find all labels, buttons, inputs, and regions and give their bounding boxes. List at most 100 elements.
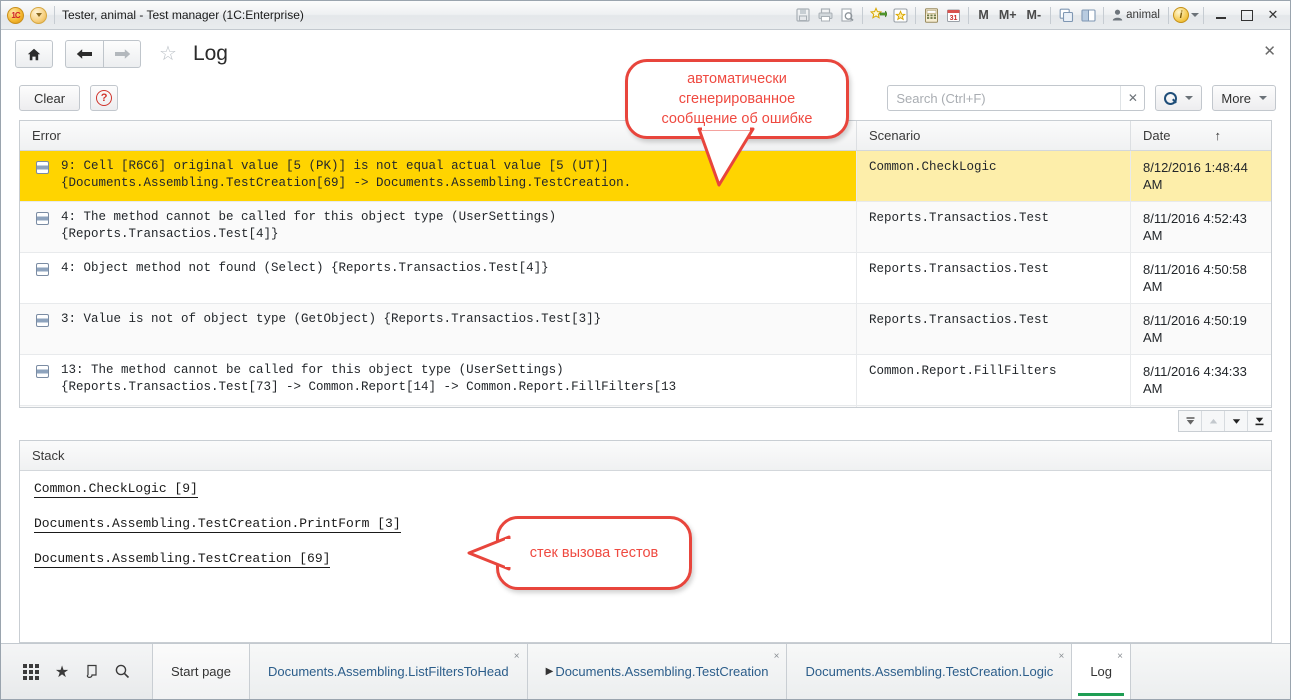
cell-scenario: Common.CheckLogic (856, 151, 1130, 201)
clear-search-icon[interactable]: ✕ (1120, 86, 1144, 110)
cell-date: 8/11/2016 4:52:43 AM (1130, 202, 1271, 252)
cell-date: 8/11/2016 4:34:33 AM (1130, 355, 1271, 405)
help-button[interactable]: ? (90, 85, 119, 111)
history-icon[interactable] (85, 664, 99, 679)
favorites-list-icon[interactable] (889, 5, 911, 25)
home-button[interactable] (15, 40, 53, 68)
table-row[interactable]: 3: Value is not of object type (GetObjec… (20, 304, 1271, 355)
play-icon: ▶ (545, 666, 554, 677)
search-icon (1164, 91, 1178, 105)
info-icon[interactable]: i (1173, 7, 1189, 23)
taskbar-filler (1131, 644, 1290, 699)
forward-button[interactable] (103, 40, 141, 68)
taskbar-tab[interactable]: Log × (1072, 644, 1132, 699)
chevron-down-icon (1259, 96, 1267, 100)
cell-error-text: 4: The method cannot be called for this … (61, 210, 557, 241)
divider (862, 6, 864, 24)
column-header-date[interactable]: Date ↑ (1130, 121, 1271, 150)
windows-cascade-icon[interactable] (1055, 5, 1077, 25)
window-title: Tester, animal - Test manager (1C:Enterp… (62, 8, 304, 22)
taskbar-tab[interactable]: ▶ Documents.Assembling.TestCreation × (527, 644, 788, 699)
cell-scenario: Catalogs.Warehouses.Create (856, 406, 1130, 407)
record-navigation-strip (19, 408, 1272, 432)
cell-date: 8/9/2016 2:36:12 AM (1130, 406, 1271, 407)
go-previous-button[interactable] (1202, 411, 1225, 431)
callout-stack-text: стек вызова тестов (529, 545, 659, 561)
callout-error-tail (697, 127, 755, 187)
callout-error-text: автоматически сгенерированное сообщение об… (661, 71, 813, 127)
clear-button[interactable]: Clear (19, 85, 81, 111)
search-options-button[interactable] (1155, 85, 1203, 111)
cell-error: 4: Object method not found (Select) {Rep… (20, 253, 856, 303)
windows-tile-icon[interactable] (1077, 5, 1099, 25)
stack-row: Common.CheckLogic [9] (34, 481, 1257, 516)
search-input[interactable] (888, 90, 1121, 106)
close-icon[interactable]: × (1058, 651, 1064, 662)
close-window-button[interactable]: ✕ (1260, 4, 1286, 26)
all-functions-icon[interactable] (22, 663, 39, 680)
calendar-icon[interactable]: 31 (942, 5, 964, 25)
print-icon[interactable] (814, 5, 836, 25)
current-user[interactable]: animal (1108, 9, 1164, 21)
close-icon[interactable]: × (1117, 651, 1123, 662)
table-row[interactable]: 13: The method cannot be called for this… (20, 355, 1271, 406)
table-row[interactable]: 4: The method cannot be called for this … (20, 202, 1271, 253)
cell-error: 15: Scenario stopped {Reports.Transactio… (20, 406, 856, 407)
minimize-button[interactable] (1208, 4, 1234, 26)
svg-text:31: 31 (949, 14, 957, 21)
back-button[interactable] (65, 40, 103, 68)
calc-memory-sub-button[interactable]: M- (1022, 8, 1047, 22)
callout-stack-tail (467, 535, 513, 571)
search-icon[interactable] (115, 664, 130, 679)
stack-link[interactable]: Documents.Assembling.TestCreation [69] (34, 551, 331, 568)
taskbar-tab[interactable]: Documents.Assembling.ListFiltersToHead × (250, 644, 528, 699)
chevron-down-icon[interactable] (1191, 13, 1199, 17)
favorite-star-icon[interactable]: ☆ (159, 44, 177, 64)
cell-scenario: Common.Report.FillFilters (856, 355, 1130, 405)
question-mark-icon: ? (96, 90, 113, 106)
calc-memory-button[interactable]: M (973, 8, 993, 22)
stack-panel-header: Stack (20, 441, 1271, 471)
taskbar-tab[interactable]: Documents.Assembling.TestCreation.Logic × (787, 644, 1073, 699)
cell-scenario: Reports.Transactios.Test (856, 202, 1130, 252)
save-icon[interactable] (792, 5, 814, 25)
add-favorite-icon[interactable] (867, 5, 889, 25)
arrow-right-icon (114, 49, 130, 59)
close-icon[interactable]: × (514, 651, 520, 662)
calculator-icon[interactable] (920, 5, 942, 25)
search-box[interactable]: ✕ (887, 85, 1146, 111)
cell-date: 8/11/2016 4:50:19 AM (1130, 304, 1271, 354)
go-first-button[interactable] (1179, 411, 1202, 431)
close-form-button[interactable]: ✕ (1263, 42, 1276, 60)
table-row[interactable]: 15: Scenario stopped {Reports.Transactio… (20, 406, 1271, 407)
print-preview-icon[interactable] (836, 5, 858, 25)
title-bar-tools: 31 M M+ M- animal i ✕ (792, 4, 1286, 26)
cell-date: 8/12/2016 1:48:44 AM (1130, 151, 1271, 201)
error-marker-icon (36, 263, 49, 276)
stack-link[interactable]: Common.CheckLogic [9] (34, 481, 198, 498)
favorites-icon[interactable]: ★ (55, 662, 69, 682)
divider (1168, 6, 1169, 24)
close-icon[interactable]: × (774, 651, 780, 662)
stack-link[interactable]: Documents.Assembling.TestCreation.PrintF… (34, 516, 401, 533)
calc-memory-add-button[interactable]: M+ (994, 8, 1022, 22)
main-window: 1C Tester, animal - Test manager (1C:Ent… (0, 0, 1291, 700)
column-header-date-label: Date (1143, 128, 1171, 143)
taskbar-tools: ★ (1, 644, 153, 699)
maximize-button[interactable] (1234, 4, 1260, 26)
taskbar-tab-label: Start page (171, 664, 231, 679)
divider (1103, 6, 1105, 24)
go-next-button[interactable] (1225, 411, 1248, 431)
more-menu-button[interactable]: More (1212, 85, 1276, 111)
taskbar-tab[interactable]: Start page (153, 644, 250, 699)
taskbar-tab-label: Documents.Assembling.TestCreation (555, 664, 769, 679)
column-header-scenario[interactable]: Scenario (856, 121, 1130, 150)
cell-error: 3: Value is not of object type (GetObjec… (20, 304, 856, 354)
main-menu-dropdown-icon[interactable] (30, 6, 47, 24)
go-last-button[interactable] (1248, 411, 1271, 431)
cell-error-text: 4: Object method not found (Select) {Rep… (61, 261, 549, 275)
cell-error-text: 13: The method cannot be called for this… (61, 363, 677, 394)
table-row[interactable]: 4: Object method not found (Select) {Rep… (20, 253, 1271, 304)
table-row[interactable]: 9: Cell [R6C6] original value [5 (PK)] i… (20, 151, 1271, 202)
cell-scenario: Reports.Transactios.Test (856, 304, 1130, 354)
